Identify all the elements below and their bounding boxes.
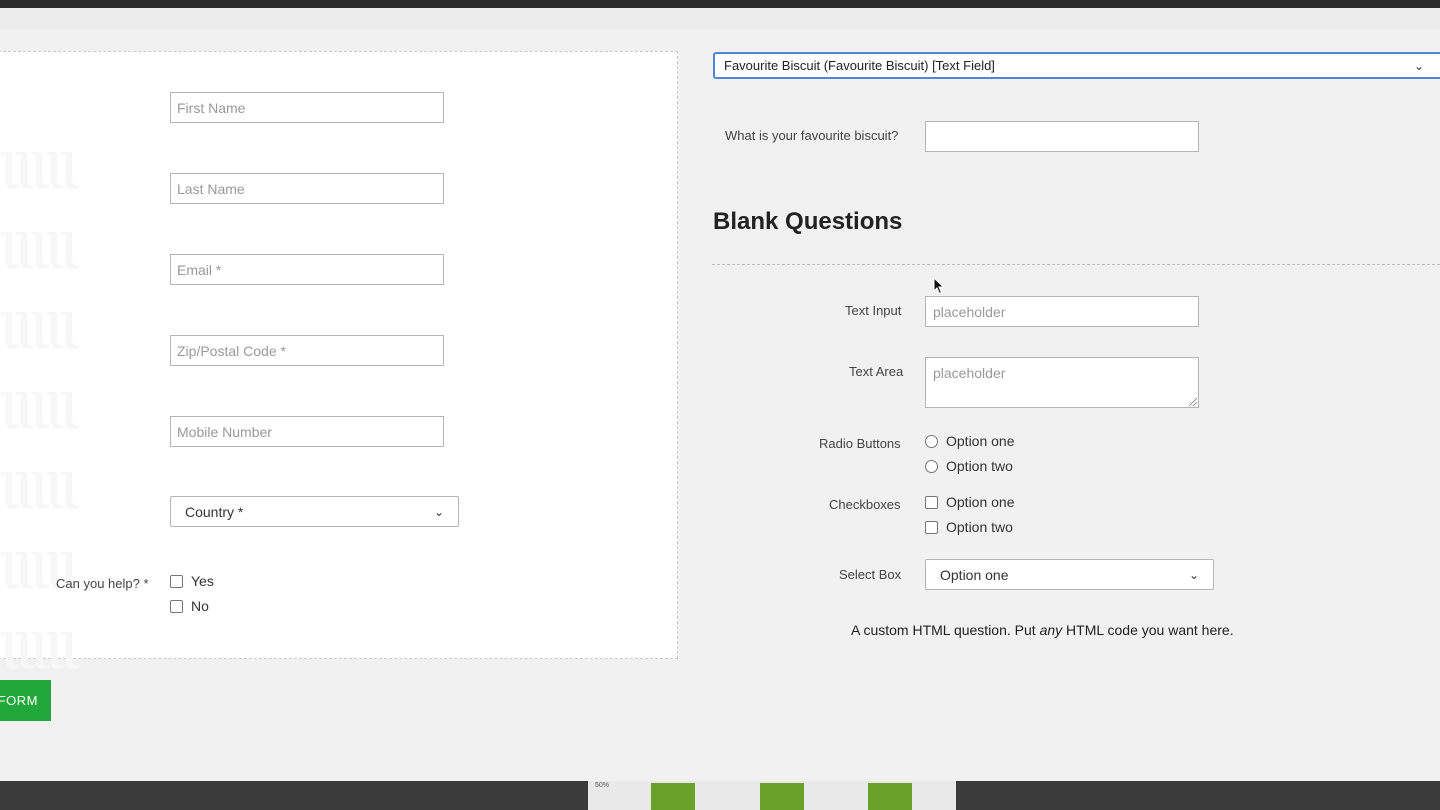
radio-option-two-label: Option two	[946, 458, 1013, 474]
radio-option-two[interactable]: Option two	[925, 458, 1013, 474]
checkboxes-label: Checkboxes	[829, 497, 901, 512]
checkbox-two-icon[interactable]	[925, 520, 938, 534]
email-input[interactable]: Email *	[170, 254, 444, 285]
chevron-down-icon: ⌄	[433, 504, 444, 519]
chevron-down-icon: ⌄	[1188, 567, 1199, 582]
toolbar-strip	[0, 8, 1440, 30]
radio-two-icon[interactable]	[925, 459, 938, 473]
custom-html-question: A custom HTML question. Put any HTML cod…	[851, 622, 1234, 638]
checkbox-option-one[interactable]: Option one	[925, 494, 1015, 510]
first-name-input[interactable]: First Name	[170, 92, 444, 123]
checkbox-option-two-label: Option two	[946, 519, 1013, 535]
text-area-field[interactable]: placeholder	[925, 357, 1199, 408]
help-question-label: Can you help? *	[56, 576, 149, 591]
help-option-no[interactable]: No	[170, 598, 209, 614]
custom-html-emphasis: any	[1039, 622, 1063, 638]
biscuit-answer-input[interactable]	[925, 121, 1199, 152]
country-select-value: Country *	[185, 503, 244, 520]
text-input-field[interactable]: placeholder	[925, 296, 1199, 327]
resize-grip-icon[interactable]	[1189, 398, 1197, 406]
submit-form-label: FORM	[0, 693, 38, 708]
radio-buttons-label: Radio Buttons	[819, 436, 901, 451]
section-title: Blank Questions	[713, 208, 903, 235]
section-divider	[712, 264, 1440, 265]
custom-html-after: HTML code you want here.	[1062, 622, 1234, 638]
zip-code-input[interactable]: Zip/Postal Code *	[170, 335, 444, 366]
checkbox-option-one-label: Option one	[946, 494, 1015, 510]
window-top-bar	[0, 0, 1440, 8]
help-option-yes[interactable]: Yes	[170, 573, 214, 589]
country-select[interactable]: Country * ⌄	[170, 496, 459, 527]
biscuit-question-label: What is your favourite biscuit?	[725, 128, 899, 143]
field-selector-dropdown[interactable]: Favourite Biscuit (Favourite Biscuit) [T…	[713, 52, 1440, 79]
text-input-label: Text Input	[845, 303, 902, 318]
chart-bar	[868, 783, 912, 810]
text-area-placeholder: placeholder	[933, 365, 1006, 381]
mobile-number-input[interactable]: Mobile Number	[170, 416, 444, 447]
radio-one-icon[interactable]	[925, 434, 938, 448]
checkbox-option-two[interactable]: Option two	[925, 519, 1013, 535]
checkbox-no[interactable]	[170, 599, 183, 613]
select-box-dropdown[interactable]: Option one ⌄	[925, 559, 1214, 590]
checkbox-one-icon[interactable]	[925, 495, 938, 509]
chevron-down-icon: ⌄	[1413, 58, 1424, 73]
help-option-no-label: No	[191, 598, 209, 614]
chart-percent-label: 50%	[595, 782, 610, 789]
radio-option-one[interactable]: Option one	[925, 433, 1015, 449]
custom-html-before: A custom HTML question. Put	[851, 622, 1040, 638]
mouse-cursor-icon	[933, 277, 945, 295]
select-box-value: Option one	[940, 566, 1009, 583]
checkbox-yes[interactable]	[170, 574, 183, 588]
submit-form-button[interactable]: FORM	[0, 680, 51, 721]
radio-option-one-label: Option one	[946, 433, 1015, 449]
last-name-input[interactable]: Last Name	[170, 173, 444, 204]
text-area-label: Text Area	[849, 364, 904, 379]
field-selector-value: Favourite Biscuit (Favourite Biscuit) [T…	[724, 58, 995, 73]
chart-bar	[651, 783, 695, 810]
chart-bar	[760, 783, 804, 810]
select-box-label: Select Box	[839, 567, 902, 582]
background-decoration: ιιιιι ιιιιι ιιιιι ιιιιι ιιιιι ιιιιι ιιιιι	[0, 122, 80, 682]
help-option-yes-label: Yes	[191, 573, 214, 589]
